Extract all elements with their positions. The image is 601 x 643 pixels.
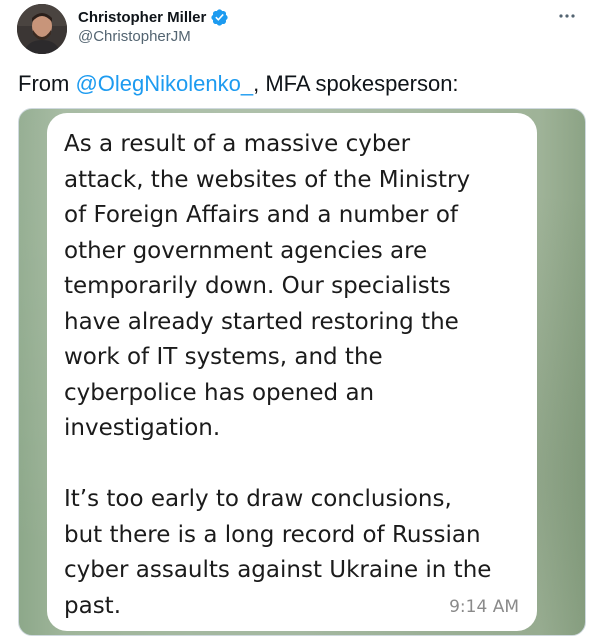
message-text: As a result of a massive cyber attack, t… [64, 131, 492, 619]
message-bubble: As a result of a massive cyber attack, t… [47, 113, 537, 631]
tweet[interactable]: Christopher Miller @ChristopherJM From @… [0, 0, 601, 643]
author-display-name[interactable]: Christopher Miller [78, 9, 206, 26]
tweet-text: From @OlegNikolenko_, MFA spokesperson: [18, 70, 459, 98]
tweet-text-suffix: , MFA spokesperson: [253, 71, 459, 96]
message-time: 9:14 AM [449, 597, 519, 617]
mention-link[interactable]: @OlegNikolenko_ [75, 71, 253, 96]
more-options-icon[interactable] [555, 6, 579, 26]
tweet-text-prefix: From [18, 71, 76, 96]
verified-badge-icon [210, 8, 229, 27]
avatar[interactable] [17, 4, 67, 54]
avatar-image [17, 4, 67, 54]
tweet-author: Christopher Miller @ChristopherJM [78, 6, 229, 45]
author-handle[interactable]: @ChristopherJM [78, 28, 229, 45]
tweet-media-image[interactable]: As a result of a massive cyber attack, t… [18, 108, 586, 636]
